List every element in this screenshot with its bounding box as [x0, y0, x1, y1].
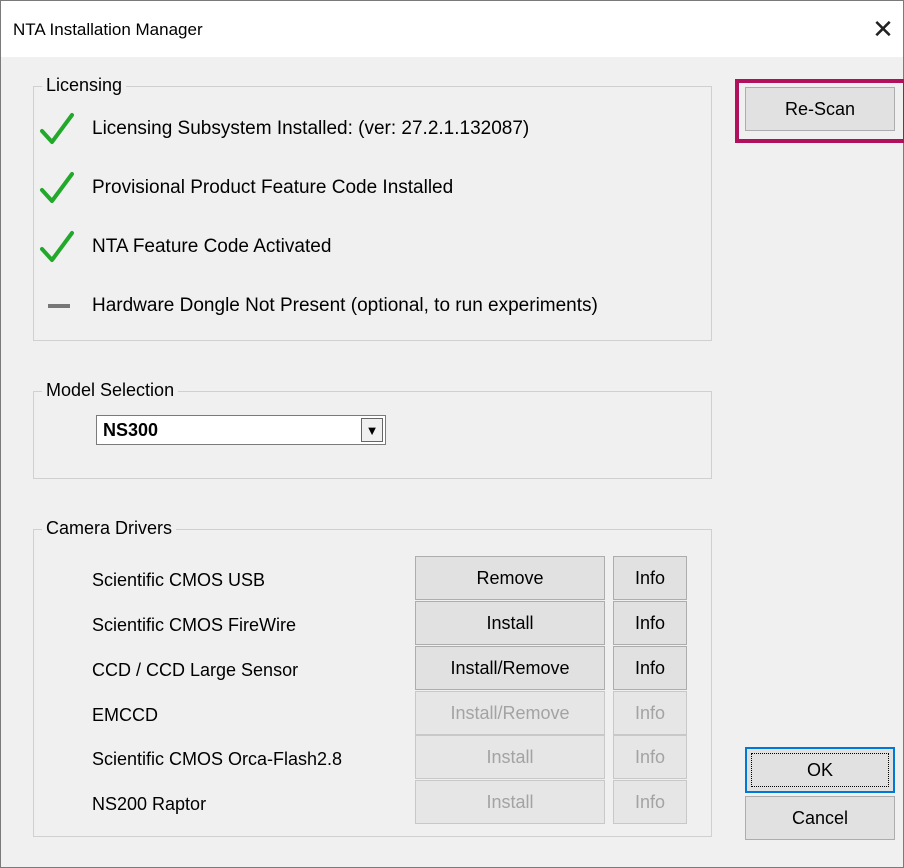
license-item-text: Hardware Dongle Not Present (optional, t…: [92, 295, 598, 316]
check-icon: [40, 172, 74, 203]
ok-button[interactable]: OK: [745, 747, 895, 793]
model-select-value: NS300: [103, 420, 159, 440]
driver-action-button: Install: [415, 780, 605, 824]
driver-info-button: Info: [613, 735, 687, 779]
dash-icon: [48, 304, 70, 308]
driver-info-button: Info: [613, 780, 687, 824]
focus-rectangle: [751, 753, 889, 787]
license-item: Licensing Subsystem Installed: (ver: 27.…: [34, 109, 709, 149]
camera-drivers-group: Camera Drivers Scientific CMOS USB Remov…: [33, 518, 712, 837]
installation-manager-dialog: NTA Installation Manager ✕ Licensing Lic…: [0, 0, 904, 868]
licensing-group: Licensing Licensing Subsystem Installed:…: [33, 75, 712, 341]
driver-name: Scientific CMOS FireWire: [92, 615, 297, 635]
driver-name: CCD / CCD Large Sensor: [92, 660, 299, 680]
driver-name: NS200 Raptor: [92, 794, 207, 814]
camera-drivers-legend: Camera Drivers: [42, 518, 177, 539]
title-bar: NTA Installation Manager ✕: [1, 1, 903, 57]
model-selection-group: Model Selection NS300 ▼: [33, 380, 712, 479]
window-title: NTA Installation Manager: [13, 20, 203, 39]
license-item-text: NTA Feature Code Activated: [92, 236, 332, 257]
cancel-button[interactable]: Cancel: [745, 796, 895, 840]
driver-action-button: Install/Remove: [415, 691, 605, 735]
license-item-text: Licensing Subsystem Installed: (ver: 27.…: [92, 118, 530, 139]
driver-action-button[interactable]: Install/Remove: [415, 646, 605, 690]
close-icon[interactable]: ✕: [863, 9, 903, 49]
license-item: Hardware Dongle Not Present (optional, t…: [34, 286, 709, 326]
driver-action-button[interactable]: Install: [415, 601, 605, 645]
check-icon: [40, 231, 74, 262]
driver-action-button: Install: [415, 735, 605, 779]
driver-info-button: Info: [613, 691, 687, 735]
check-icon: [40, 113, 74, 144]
model-select[interactable]: NS300 ▼: [96, 415, 386, 445]
driver-name: EMCCD: [92, 705, 158, 725]
rescan-button[interactable]: Re-Scan: [745, 87, 895, 131]
driver-info-button[interactable]: Info: [613, 646, 687, 690]
license-item-text: Provisional Product Feature Code Install…: [92, 177, 454, 198]
license-item: NTA Feature Code Activated: [34, 227, 709, 267]
driver-name: Scientific CMOS USB: [92, 570, 266, 590]
driver-info-button[interactable]: Info: [613, 556, 687, 600]
model-selection-legend: Model Selection: [42, 380, 179, 401]
driver-info-button[interactable]: Info: [613, 601, 687, 645]
driver-action-button[interactable]: Remove: [415, 556, 605, 600]
licensing-legend: Licensing: [42, 75, 127, 96]
driver-name: Scientific CMOS Orca-Flash2.8: [92, 749, 343, 769]
chevron-down-icon[interactable]: ▼: [361, 418, 383, 442]
license-item: Provisional Product Feature Code Install…: [34, 168, 709, 208]
